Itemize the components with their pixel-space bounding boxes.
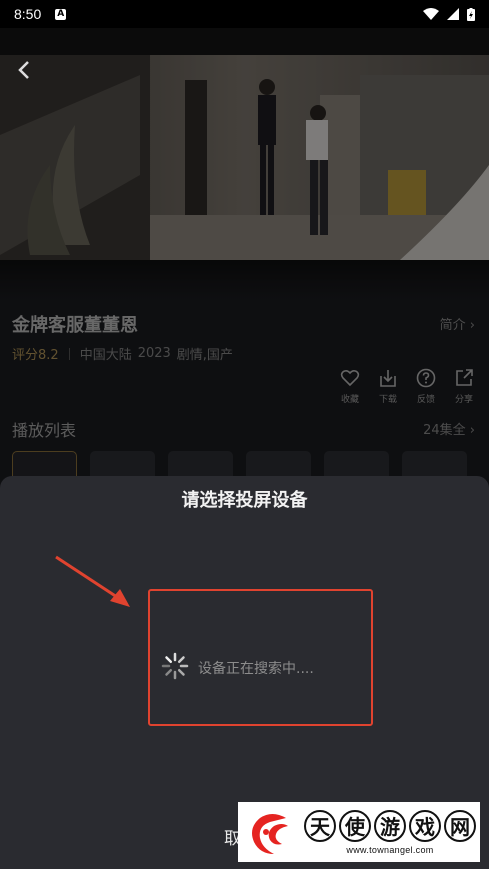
wifi-icon <box>423 8 439 20</box>
watermark-char: 游 <box>374 809 406 842</box>
watermark-char: 网 <box>444 809 476 842</box>
loading-spinner-icon <box>161 652 189 680</box>
signal-icon <box>447 8 459 20</box>
searching-text: 设备正在搜索中.... <box>198 661 314 677</box>
watermark-char: 戏 <box>409 809 441 842</box>
phoenix-logo-icon <box>246 808 294 856</box>
watermark-char: 使 <box>339 809 371 842</box>
sheet-title: 请选择投屏设备 <box>181 490 308 511</box>
notification-icon: A <box>55 8 67 20</box>
battery-icon <box>467 7 475 21</box>
status-time: 8:50 <box>14 6 42 22</box>
watermark-char: 天 <box>304 809 336 842</box>
watermark-url: www.townangel.com <box>346 844 434 855</box>
status-bar: 8:50 A <box>0 0 489 28</box>
watermark-text: 天 使 游 戏 网 www.townangel.com <box>304 809 476 855</box>
watermark-chars: 天 使 游 戏 网 <box>304 809 476 842</box>
back-arrow-icon[interactable] <box>18 60 30 80</box>
search-status-box: 设备正在搜索中.... <box>148 589 373 726</box>
annotation-arrow-icon <box>55 555 130 607</box>
site-watermark: 天 使 游 戏 网 www.townangel.com <box>238 802 480 862</box>
